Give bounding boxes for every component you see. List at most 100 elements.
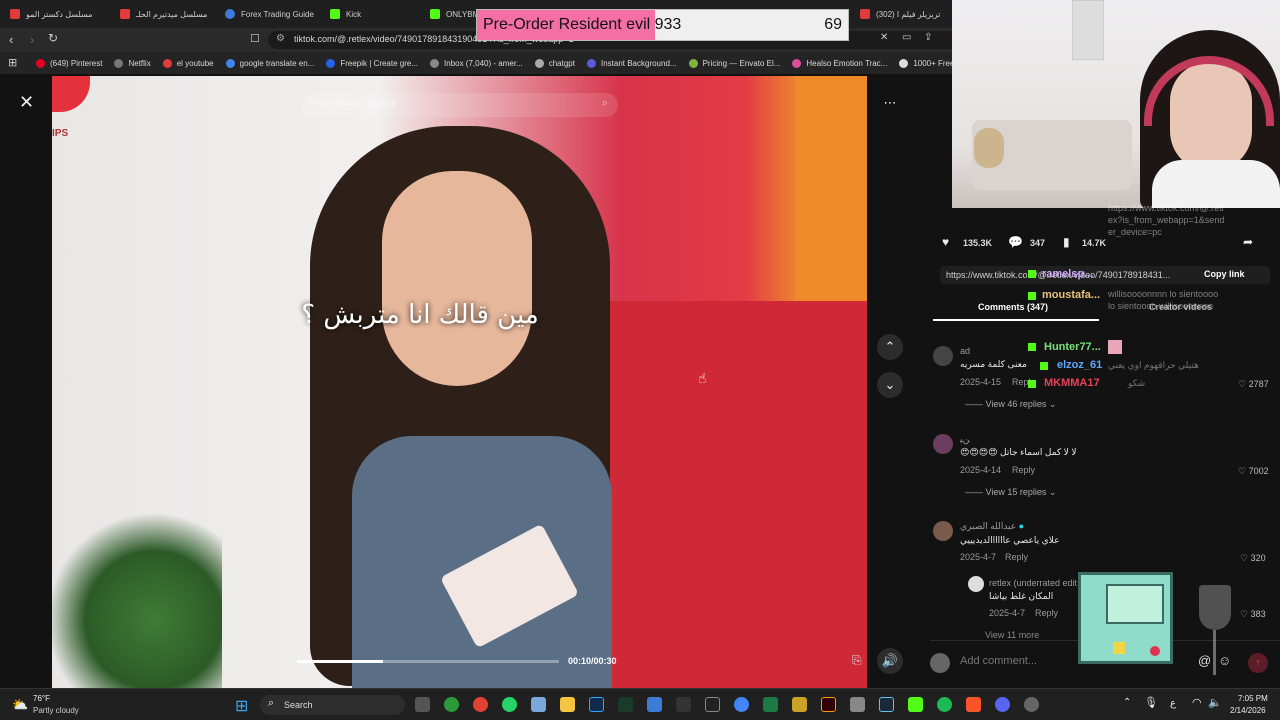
forward-icon[interactable]: ›	[30, 32, 34, 47]
like-icon[interactable]: ♥	[942, 235, 949, 249]
windows-start-icon[interactable]: ⊞	[235, 696, 248, 716]
store-bag-icon[interactable]	[850, 697, 865, 712]
video-progress-bar[interactable]	[297, 660, 559, 663]
report-icon[interactable]: ⎘	[852, 653, 862, 668]
comment-input[interactable]: Add comment...	[960, 655, 1037, 667]
chatgpt-icon	[534, 58, 544, 68]
chrome-icon[interactable]	[734, 697, 749, 712]
whatsapp-icon[interactable]	[502, 697, 517, 712]
bookmark-item[interactable]: Instant Background...	[581, 58, 683, 68]
next-video-button[interactable]: ⌄	[877, 372, 903, 398]
store-icon[interactable]	[647, 697, 662, 712]
view-more-button[interactable]: View 11 more	[985, 630, 1039, 640]
bookmark-item[interactable]: Freepik | Create gre...	[320, 58, 424, 68]
chat-emote-icon	[1108, 340, 1122, 354]
reply-button[interactable]: Reply	[1012, 465, 1035, 475]
folder-icon[interactable]	[560, 697, 575, 712]
view-replies-button[interactable]: —— View 15 replies ⌄	[965, 487, 1056, 498]
illustrator-icon[interactable]	[821, 697, 836, 712]
find-related-search[interactable]: Find related content ⌕	[300, 93, 618, 117]
settings-icon[interactable]	[1024, 697, 1039, 712]
wifi-icon[interactable]: ◠	[1192, 696, 1202, 709]
send-icon[interactable]: ↑	[1248, 653, 1268, 673]
bookmark-item[interactable]: google translate en...	[220, 58, 321, 68]
mail-icon	[430, 58, 440, 68]
bookmark-item[interactable]: (649) Pinterest	[30, 58, 108, 68]
xbox-icon[interactable]	[444, 697, 459, 712]
discord-icon[interactable]	[995, 697, 1010, 712]
kick-app-icon[interactable]	[908, 697, 923, 712]
browser-tab[interactable]: مسلسل ميدتيرم الحلـ	[110, 0, 215, 28]
volume-icon[interactable]: 🔈	[1208, 696, 1222, 709]
browser-tab[interactable]: (302) تريزيلر فيلم ا	[850, 0, 950, 28]
brand-text: IPS	[52, 128, 69, 139]
back-icon[interactable]: ‹	[9, 32, 13, 47]
tray-chevron-icon[interactable]: ⌃	[1123, 697, 1131, 708]
bookmark-item[interactable]: chatgpt	[529, 58, 581, 68]
avatar[interactable]	[933, 521, 953, 541]
language-indicator[interactable]: ع	[1170, 698, 1176, 709]
comment-like-count[interactable]: ♡ 7002	[1238, 466, 1269, 477]
bookmark-item[interactable]: Inbox (7,040) - amer...	[424, 58, 529, 68]
comment-date: 2025-4-7	[989, 608, 1026, 618]
bookmark-item[interactable]: Healso Emotion Trac...	[786, 58, 893, 68]
comment-username[interactable]: ﻦﻴ	[960, 434, 970, 445]
brave-icon[interactable]	[966, 697, 981, 712]
volume-button[interactable]: 🔊	[877, 648, 903, 674]
bookmark-item[interactable]: el youtube	[157, 58, 220, 68]
avatar[interactable]	[968, 576, 984, 592]
spotify-icon[interactable]	[937, 697, 952, 712]
excel-icon[interactable]	[763, 697, 778, 712]
site-settings-icon[interactable]: ⚙	[276, 33, 285, 44]
browser-tab[interactable]: Forex Trading Guide	[215, 0, 320, 28]
reply-button[interactable]: Reply	[1035, 608, 1058, 618]
close-icon[interactable]: ✕	[19, 92, 34, 113]
bookmark-star-icon[interactable]: ☐	[250, 32, 260, 45]
bookmark-item[interactable]: Pricing — Envato El...	[683, 58, 787, 68]
taskbar-search[interactable]: ⌕ Search	[260, 695, 405, 715]
video-player[interactable]: IPS	[52, 76, 867, 688]
extension-icon[interactable]: ✕	[880, 32, 888, 43]
weather-icon[interactable]: ⛅	[12, 697, 28, 713]
task-view-icon[interactable]	[415, 697, 430, 712]
game-icon[interactable]	[792, 697, 807, 712]
camera-icon[interactable]	[531, 697, 546, 712]
browser-tab[interactable]: Kick	[320, 0, 420, 28]
comment-username[interactable]: عبدالله الصبري ●	[960, 521, 1024, 532]
view-replies-button[interactable]: —— View 46 replies ⌄	[965, 399, 1056, 410]
comment-username[interactable]: ad	[960, 346, 970, 356]
share-arrow-icon[interactable]: ➦	[1243, 235, 1253, 249]
microphone-icon[interactable]: 🎙	[1144, 696, 1158, 709]
comment-like-count[interactable]: ♡ 320	[1240, 553, 1266, 564]
pip-icon[interactable]: ▭	[902, 32, 911, 43]
app-icon[interactable]	[676, 697, 691, 712]
chat-message: شكو	[1128, 378, 1146, 388]
cursor-icon: ☝	[698, 370, 707, 386]
apps-grid-icon[interactable]: ⊞	[8, 56, 17, 69]
previous-video-button[interactable]: ⌃	[877, 334, 903, 360]
share-icon[interactable]: ⇪	[924, 32, 932, 43]
reload-icon[interactable]: ↻	[48, 31, 58, 45]
taskbar-time[interactable]: 7:05 PM	[1238, 694, 1268, 703]
chrome-icon[interactable]	[473, 697, 488, 712]
steam-icon[interactable]	[879, 697, 894, 712]
comment-like-count[interactable]: ♡ 383	[1240, 609, 1266, 620]
wine-glass-image	[1197, 585, 1233, 685]
reply-button[interactable]: Reply	[1005, 552, 1028, 562]
taskbar-date[interactable]: 2/14/2026	[1230, 706, 1266, 715]
avatar[interactable]	[933, 346, 953, 366]
bookmark-label: Netflix	[128, 58, 151, 68]
comment-username[interactable]: retlex (underrated edit	[989, 578, 1077, 588]
more-options-button[interactable]: ⋯	[877, 90, 903, 116]
avatar[interactable]	[933, 434, 953, 454]
epic-games-icon[interactable]	[705, 697, 720, 712]
photoshop-icon[interactable]	[589, 697, 604, 712]
search-icon[interactable]: ⌕	[602, 97, 608, 110]
comment-like-count[interactable]: ♡ 2787	[1238, 379, 1269, 390]
comment-text: معنى كلمة مسريه	[960, 359, 1027, 369]
chat-message: هتيلي حراقهوم اوي يعني	[1108, 360, 1199, 370]
bookmark-item[interactable]: 1000+ Free	[893, 58, 960, 68]
bookmark-item[interactable]: Netflix	[108, 58, 156, 68]
browser-tab[interactable]: مسلسل دكستر المو	[0, 0, 110, 28]
media-encoder-icon[interactable]	[618, 697, 633, 712]
